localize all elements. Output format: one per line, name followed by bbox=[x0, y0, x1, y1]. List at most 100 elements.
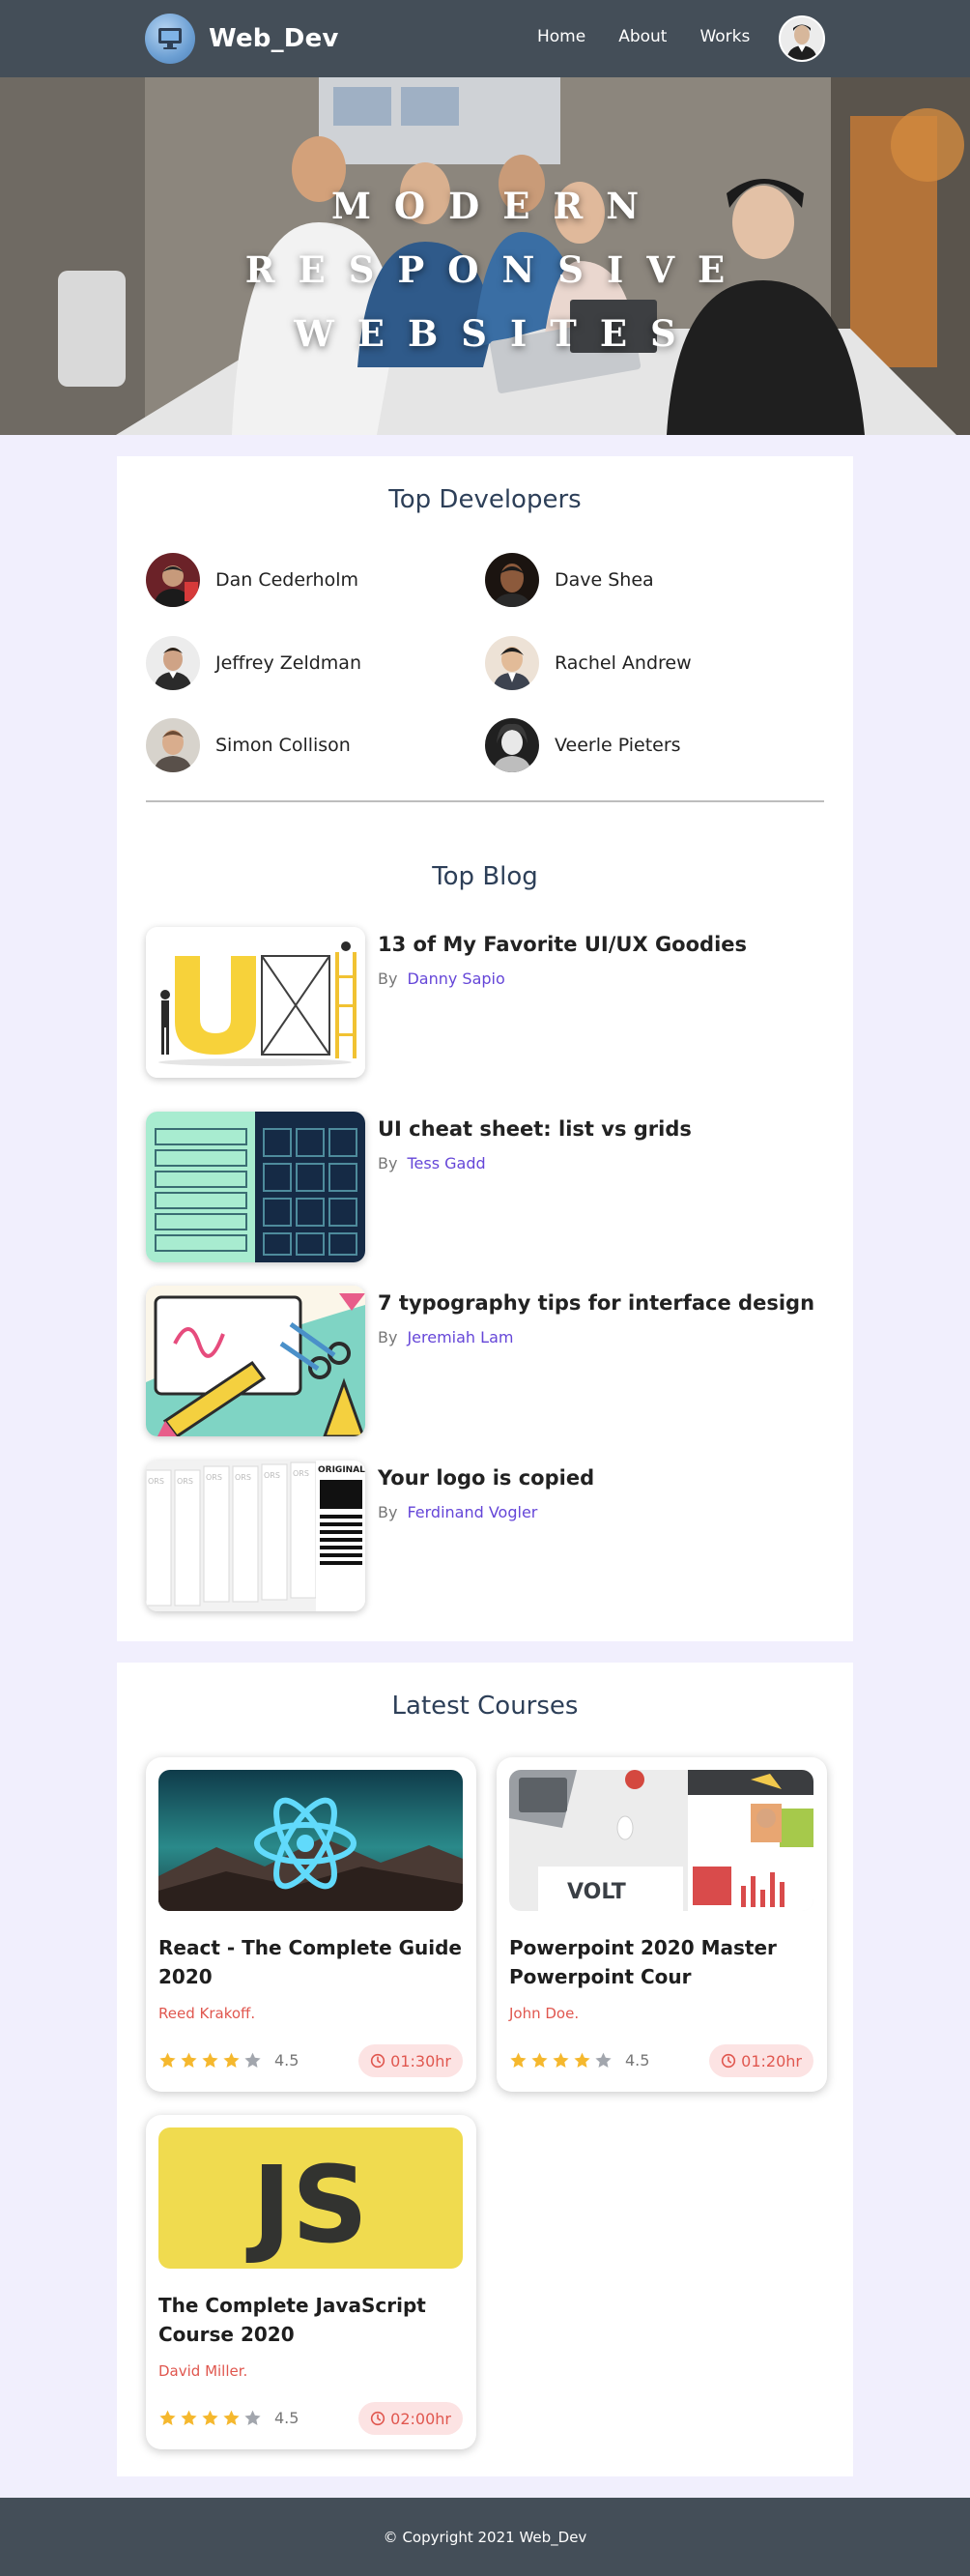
hero-title-line: MODERN bbox=[330, 185, 663, 227]
blog-title[interactable]: UI cheat sheet: list vs grids bbox=[378, 1117, 692, 1141]
thumbnail-label: ORS bbox=[264, 1471, 280, 1480]
developer-item[interactable]: Veerle Pieters bbox=[485, 717, 681, 773]
hero-title: MODERN RESPONSIVE WEBSITES bbox=[0, 174, 970, 365]
blog-post[interactable]: UX 13 of My Favorite UI/UX Goodies By Dan… bbox=[146, 927, 822, 1078]
thumbnail-label: ORS bbox=[148, 1477, 164, 1486]
developer-avatar bbox=[485, 636, 539, 690]
nav-link-home[interactable]: Home bbox=[537, 27, 585, 46]
copyright-text: © Copyright 2021 Web_Dev bbox=[383, 2528, 587, 2546]
rating-stars: 4.5 bbox=[158, 2409, 299, 2427]
duration-text: 01:20hr bbox=[741, 2051, 802, 2070]
nav-link-about[interactable]: About bbox=[618, 27, 667, 46]
star-filled-icon bbox=[181, 2410, 197, 2425]
developer-avatar bbox=[146, 718, 200, 772]
thumbnail-label: ORS bbox=[293, 1469, 309, 1478]
course-card[interactable]: JS The Complete JavaScript Course 2020 D… bbox=[146, 2115, 476, 2449]
nav-link-works[interactable]: Works bbox=[699, 27, 750, 46]
course-title[interactable]: Powerpoint 2020 Master Powerpoint Cour bbox=[509, 1933, 814, 1991]
blog-post[interactable]: UI cheat sheet: list vs grids By Tess Gad… bbox=[146, 1112, 822, 1262]
developer-name: Dave Shea bbox=[555, 569, 654, 591]
developer-name: Dan Cederholm bbox=[215, 569, 358, 591]
rating-value: 4.5 bbox=[274, 2051, 300, 2069]
main-nav: Home About Works bbox=[537, 27, 783, 46]
star-filled-icon bbox=[181, 2052, 197, 2068]
brand-logo[interactable]: Web_Dev bbox=[145, 14, 339, 64]
star-empty-icon bbox=[595, 2052, 612, 2068]
developer-name: Simon Collison bbox=[215, 735, 351, 756]
blog-title[interactable]: 7 typography tips for interface design bbox=[378, 1291, 814, 1315]
blog-byline: By Jeremiah Lam bbox=[378, 1328, 513, 1346]
duration-badge: 02:00hr bbox=[358, 2402, 463, 2435]
thumbnail-label: ORS bbox=[177, 1477, 193, 1486]
section-title: Top Developers bbox=[388, 485, 582, 514]
blog-post[interactable]: ORS ORS ORS ORS ORS ORS ORIGINAL Your lo… bbox=[146, 1461, 822, 1611]
blog-byline: By Ferdinand Vogler bbox=[378, 1503, 537, 1521]
blog-author-link[interactable]: Jeremiah Lam bbox=[407, 1328, 513, 1346]
duration-badge: 01:20hr bbox=[709, 2044, 813, 2077]
course-image: JS bbox=[158, 2127, 463, 2269]
course-title[interactable]: React - The Complete Guide 2020 bbox=[158, 1933, 464, 1991]
blog-byline: By Danny Sapio bbox=[378, 970, 505, 988]
star-empty-icon bbox=[244, 2052, 261, 2068]
navbar: Web_Dev Home About Works bbox=[0, 0, 970, 77]
hero-title-line: WEBSITES bbox=[294, 312, 699, 355]
star-filled-icon bbox=[223, 2052, 240, 2068]
hero-banner: MODERN RESPONSIVE WEBSITES bbox=[0, 77, 970, 435]
course-card[interactable]: VOLT Powerpoint 2020 Master Powerpoint C… bbox=[497, 1757, 827, 2092]
by-label: By bbox=[378, 970, 398, 988]
developer-item[interactable]: Dave Shea bbox=[485, 552, 654, 608]
monitor-icon bbox=[145, 14, 195, 64]
blog-thumbnail[interactable]: ORS ORS ORS ORS ORS ORS ORIGINAL bbox=[146, 1461, 365, 1611]
developer-item[interactable]: Dan Cederholm bbox=[146, 552, 358, 608]
clock-icon bbox=[371, 2411, 385, 2426]
section-title: Latest Courses bbox=[391, 1692, 579, 1721]
rating-value: 4.5 bbox=[625, 2051, 650, 2069]
by-label: By bbox=[378, 1154, 398, 1172]
hero-title-line: RESPONSIVE bbox=[244, 248, 749, 291]
developer-name: Veerle Pieters bbox=[555, 735, 681, 756]
thumbnail-label: ORIGINAL bbox=[318, 1465, 365, 1475]
thumbnail-label: VOLT bbox=[567, 1880, 626, 1904]
thumbnail-label: ORS bbox=[235, 1473, 251, 1482]
star-filled-icon bbox=[202, 2052, 218, 2068]
js-logo-text: JS bbox=[245, 2143, 368, 2267]
developer-avatar bbox=[485, 553, 539, 607]
top-blog-section: Top Blog UX 13 of My Favorite UI/UX Good… bbox=[117, 833, 853, 1641]
rating-stars: 4.5 bbox=[509, 2051, 649, 2069]
blog-author-link[interactable]: Tess Gadd bbox=[407, 1154, 485, 1172]
star-filled-icon bbox=[531, 2052, 548, 2068]
blog-title[interactable]: Your logo is copied bbox=[378, 1466, 594, 1490]
developer-avatar bbox=[146, 636, 200, 690]
duration-text: 01:30hr bbox=[390, 2051, 451, 2070]
developer-name: Rachel Andrew bbox=[555, 652, 692, 674]
blog-post[interactable]: 7 typography tips for interface design B… bbox=[146, 1286, 822, 1436]
developer-item[interactable]: Rachel Andrew bbox=[485, 635, 692, 691]
blog-thumbnail[interactable]: UX bbox=[146, 927, 365, 1078]
blog-author-link[interactable]: Ferdinand Vogler bbox=[407, 1503, 537, 1521]
section-divider bbox=[146, 800, 824, 802]
star-filled-icon bbox=[553, 2052, 569, 2068]
developer-item[interactable]: Simon Collison bbox=[146, 717, 351, 773]
duration-text: 02:00hr bbox=[390, 2409, 451, 2428]
top-developers-section: Top Developers Dan Cederholm Dave Shea J… bbox=[117, 456, 853, 833]
blog-thumbnail[interactable] bbox=[146, 1286, 365, 1436]
by-label: By bbox=[378, 1503, 398, 1521]
star-filled-icon bbox=[159, 2410, 176, 2425]
star-filled-icon bbox=[510, 2052, 527, 2068]
blog-title[interactable]: 13 of My Favorite UI/UX Goodies bbox=[378, 933, 747, 956]
blog-byline: By Tess Gadd bbox=[378, 1154, 486, 1172]
clock-icon bbox=[722, 2053, 736, 2069]
developer-avatar bbox=[485, 718, 539, 772]
user-avatar[interactable] bbox=[779, 15, 825, 62]
course-card[interactable]: React - The Complete Guide 2020 Reed Kra… bbox=[146, 1757, 476, 2092]
clock-icon bbox=[371, 2053, 385, 2069]
blog-thumbnail[interactable] bbox=[146, 1112, 365, 1262]
course-author: Reed Krakoff. bbox=[158, 2005, 256, 2022]
section-title: Top Blog bbox=[432, 862, 538, 891]
star-filled-icon bbox=[159, 2052, 176, 2068]
developer-item[interactable]: Jeffrey Zeldman bbox=[146, 635, 361, 691]
star-filled-icon bbox=[574, 2052, 590, 2068]
blog-author-link[interactable]: Danny Sapio bbox=[407, 970, 504, 988]
course-title[interactable]: The Complete JavaScript Course 2020 bbox=[158, 2291, 464, 2349]
course-author: David Miller. bbox=[158, 2362, 248, 2380]
